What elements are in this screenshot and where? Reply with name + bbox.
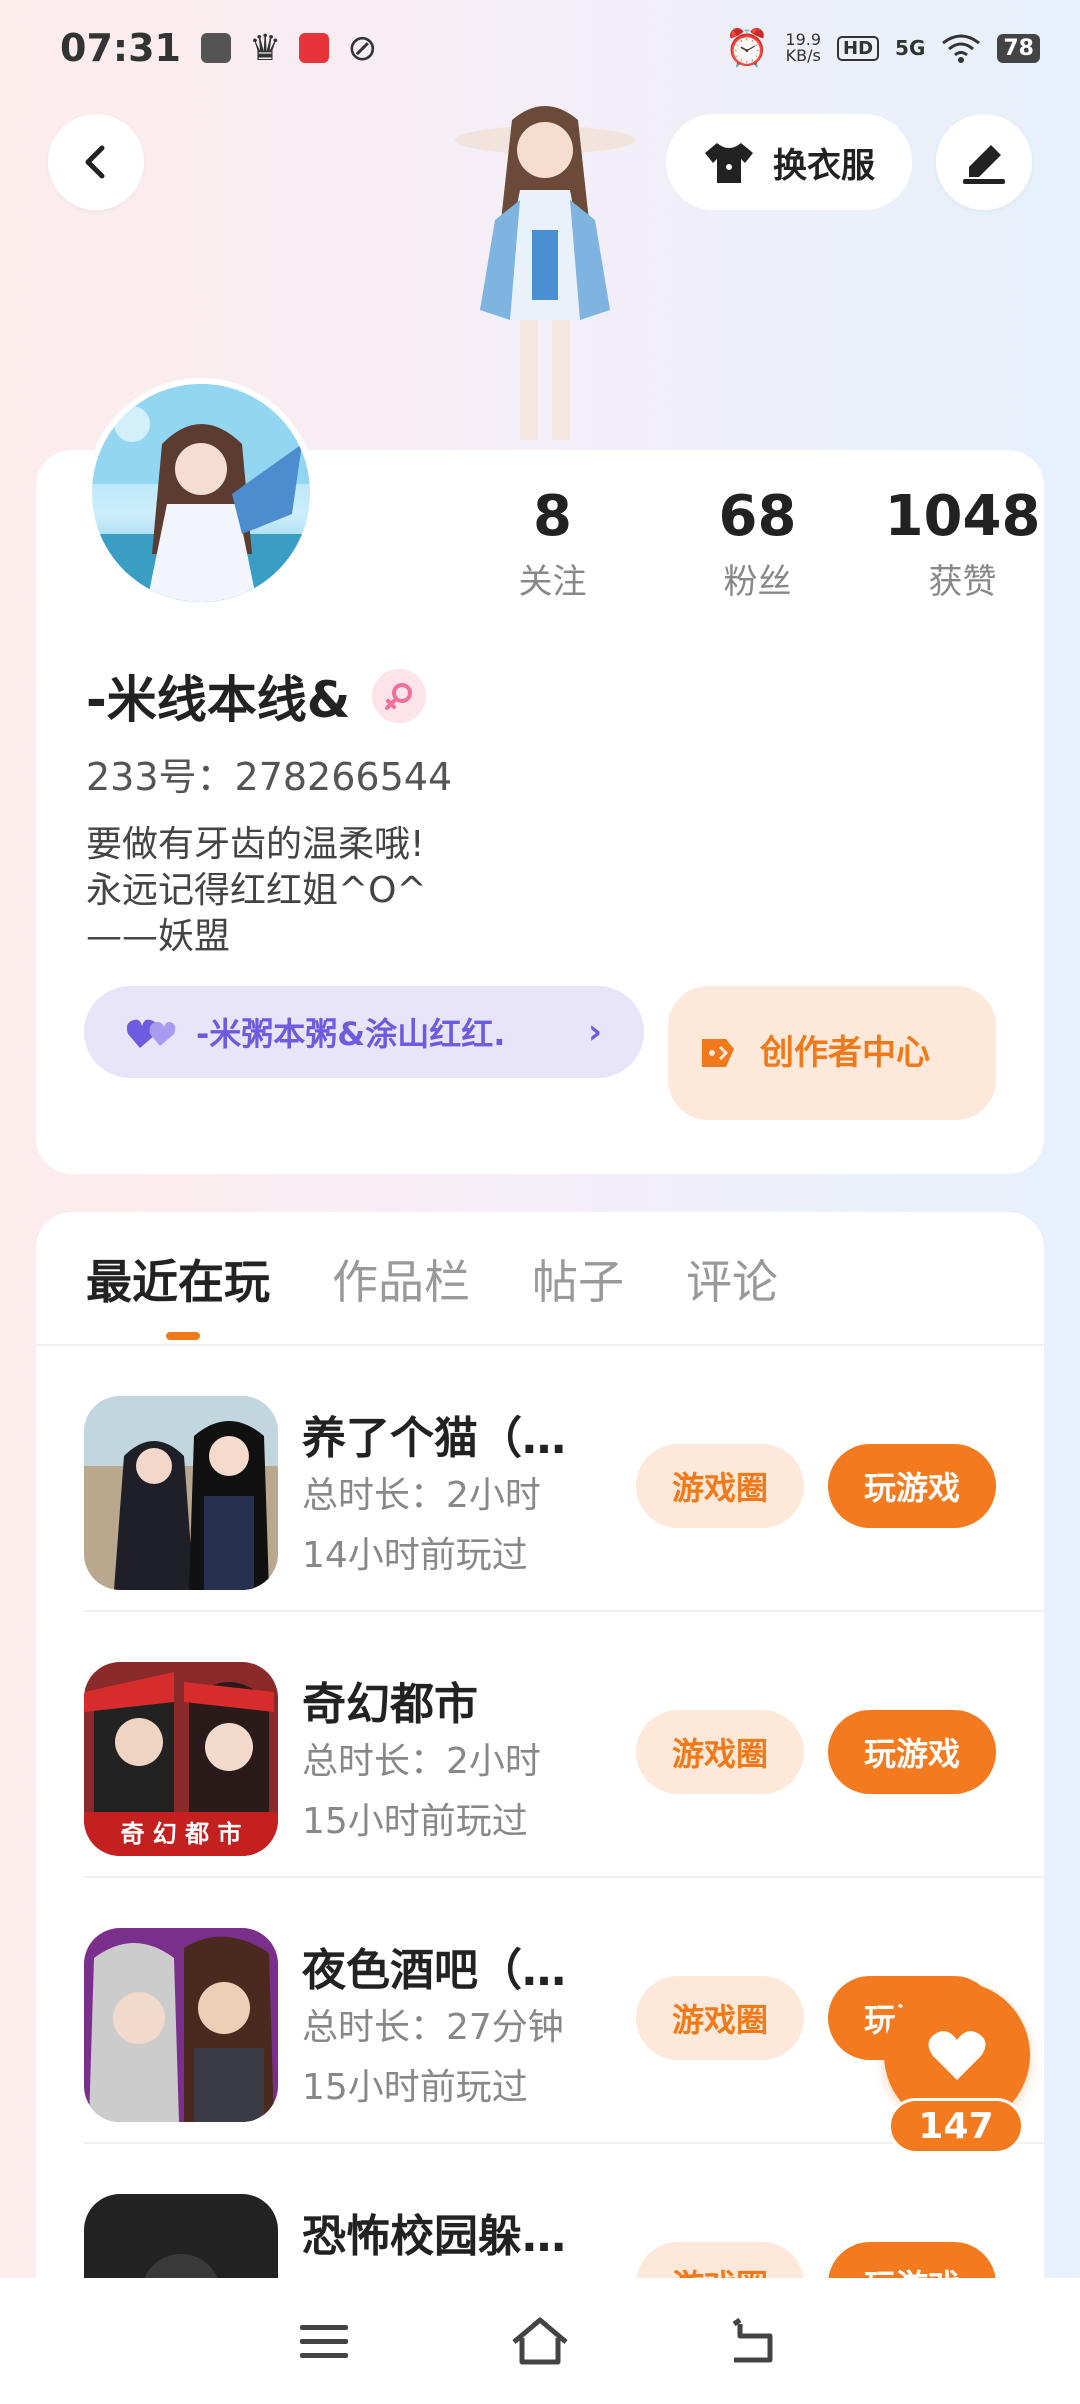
- family-label: -米粥本粥&涂山红红.: [196, 1015, 506, 1053]
- game-circle-button[interactable]: 游戏圈: [636, 1976, 804, 2060]
- status-time: 07:31: [60, 26, 181, 70]
- creator-center-button[interactable]: 创作者中心: [668, 986, 996, 1120]
- home-icon[interactable]: [510, 2316, 570, 2366]
- profile-tabs: 最近在玩 作品栏 帖子 评论: [86, 1246, 778, 1312]
- game-duration: 总时长：2小时: [302, 1475, 541, 1516]
- game-title: 奇幻都市: [302, 1679, 478, 1730]
- game-thumb-text: 奇 幻 都 市: [120, 1820, 242, 1848]
- character-avatar-figure[interactable]: [440, 100, 650, 450]
- tab-posts[interactable]: 帖子: [532, 1246, 624, 1312]
- stat-value: 8: [533, 484, 572, 549]
- user-name: -米线本线&: [86, 671, 351, 729]
- back-arrow-icon: [85, 145, 105, 179]
- stat-value: 68: [718, 484, 797, 549]
- game-title: 养了个猫（…: [302, 1413, 566, 1464]
- hd-badge: HD: [837, 35, 880, 61]
- stat-likes[interactable]: 1048 获赞: [860, 484, 1065, 603]
- bio-line: ——妖盟: [86, 916, 231, 957]
- game-thumbnail[interactable]: 奇 幻 都 市: [84, 1662, 278, 1856]
- game-list-item[interactable]: 夜色酒吧（… 总时长：27分钟 15小时前玩过 游戏圈 玩游戏: [36, 1878, 1044, 2144]
- back-icon[interactable]: [730, 2318, 780, 2364]
- stat-label: 获赞: [928, 562, 997, 602]
- net-speed: 19.9 KB/s: [785, 30, 822, 65]
- bio-line: 要做有牙齿的温柔哦!: [86, 824, 425, 865]
- female-gender-icon: [372, 669, 427, 723]
- stat-value: 1048: [884, 484, 1041, 549]
- game-title: 恐怖校园躲…: [302, 2211, 566, 2262]
- app-notification-icon: [299, 33, 330, 63]
- system-nav-bar: [0, 2278, 1080, 2404]
- wifi-icon: [942, 34, 981, 63]
- creator-label: 创作者中心: [760, 1033, 930, 1073]
- bio-line: 永远记得红红姐^O^: [86, 870, 427, 911]
- battery-indicator: 78: [997, 33, 1040, 63]
- stat-label: 关注: [518, 562, 587, 602]
- avatar[interactable]: [86, 378, 316, 608]
- change-outfit-label: 换衣服: [773, 145, 875, 186]
- like-count: 147: [888, 2098, 1024, 2154]
- crown-icon: ♛: [248, 27, 282, 69]
- active-tab-indicator: [166, 1332, 200, 1340]
- game-circle-button[interactable]: 游戏圈: [636, 1710, 804, 1794]
- avatar-image: [92, 384, 310, 602]
- tab-works[interactable]: 作品栏: [332, 1246, 470, 1312]
- game-list-item[interactable]: 养了个猫（… 总时长：2小时 14小时前玩过 游戏圈 玩游戏: [36, 1346, 1044, 1612]
- game-last-played: 15小时前玩过: [302, 2067, 528, 2108]
- game-list-item[interactable]: 奇 幻 都 市 奇幻都市 总时长：2小时 15小时前玩过 游戏圈 玩游戏: [36, 1612, 1044, 1878]
- family-link-button[interactable]: -米粥本粥&涂山红红. ›: [84, 986, 644, 1078]
- menu-icon[interactable]: [300, 2321, 350, 2361]
- heart-icon: [928, 2031, 986, 2080]
- game-circle-button[interactable]: 游戏圈: [636, 1444, 804, 1528]
- play-game-button[interactable]: 玩游戏: [828, 1710, 996, 1794]
- tab-comments[interactable]: 评论: [686, 1246, 778, 1312]
- stat-following[interactable]: 8 关注: [450, 484, 655, 603]
- pen-icon: [963, 145, 1005, 184]
- game-title: 夜色酒吧（…: [302, 1945, 566, 1996]
- game-last-played: 15小时前玩过: [302, 1801, 528, 1842]
- user-bio: 要做有牙齿的温柔哦! 永远记得红红姐^O^ ——妖盟: [86, 822, 427, 960]
- stat-fans[interactable]: 68 粉丝: [655, 484, 860, 603]
- tab-recently-played[interactable]: 最近在玩: [86, 1246, 270, 1312]
- link-icon: ⊘: [347, 27, 378, 69]
- stat-label: 粉丝: [723, 562, 792, 602]
- game-controller-icon: [702, 1039, 734, 1067]
- game-duration: 总时长：27分钟: [302, 2007, 564, 2048]
- game-thumbnail[interactable]: [84, 1396, 278, 1590]
- game-thumbnail[interactable]: [84, 1928, 278, 2122]
- double-heart-icon: [126, 1019, 176, 1048]
- user-id: 233号：278266544: [86, 755, 453, 799]
- signal-icon: 5G: [895, 36, 926, 60]
- play-game-button[interactable]: 玩游戏: [828, 1444, 996, 1528]
- game-last-played: 14小时前玩过: [302, 1535, 528, 1576]
- name-row: -米线本线&: [86, 660, 427, 732]
- alarm-icon: ⏰: [724, 28, 770, 69]
- change-outfit-button[interactable]: 换衣服: [666, 114, 912, 210]
- status-bar: 07:31 ♛ ⊘ ⏰ 19.9 KB/s HD 5G 78: [0, 0, 1080, 96]
- notification-icons: ♛ ⊘: [200, 27, 378, 69]
- app-notification-icon: [200, 33, 231, 63]
- chevron-right-icon: ›: [587, 1012, 602, 1052]
- back-button[interactable]: [48, 114, 144, 210]
- profile-stats: 8 关注 68 粉丝 1048 获赞: [450, 484, 1065, 603]
- edit-profile-button[interactable]: [936, 114, 1032, 210]
- game-duration: 总时长：2小时: [302, 1741, 541, 1782]
- shirt-icon: [705, 143, 753, 183]
